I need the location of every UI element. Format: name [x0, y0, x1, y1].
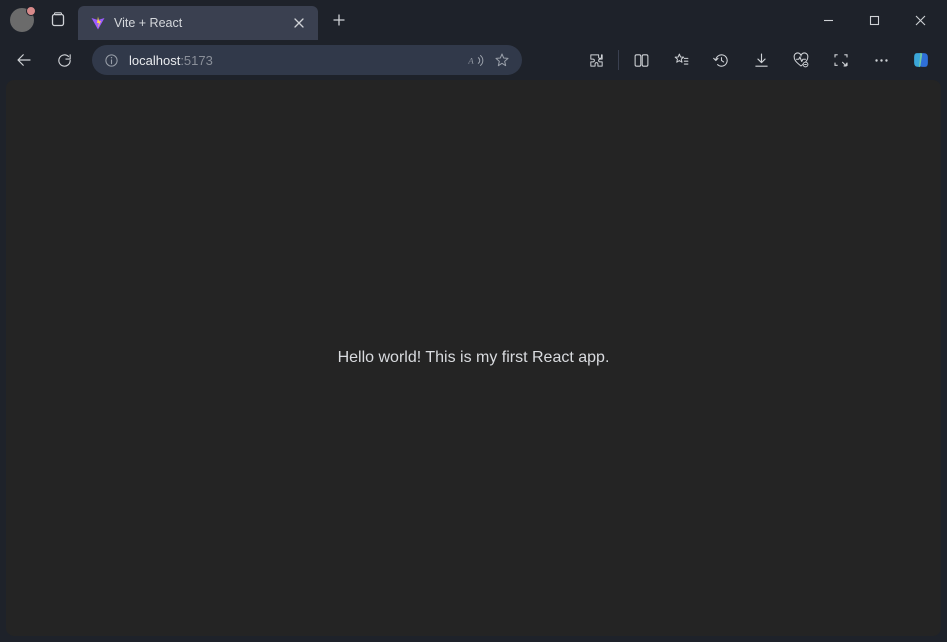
more-horizontal-icon — [873, 52, 890, 69]
site-info-button[interactable] — [104, 53, 119, 68]
download-icon — [753, 52, 770, 69]
split-screen-button[interactable] — [621, 44, 661, 76]
extensions-button[interactable] — [576, 44, 616, 76]
heartbeat-icon — [792, 51, 810, 69]
copilot-icon — [910, 49, 932, 71]
read-aloud-icon: A — [467, 53, 484, 68]
settings-more-button[interactable] — [861, 44, 901, 76]
tab-stack-icon — [50, 12, 66, 28]
toolbar: localhost:5173 A — [0, 40, 947, 80]
new-tab-button[interactable] — [324, 5, 354, 35]
history-button[interactable] — [701, 44, 741, 76]
back-button[interactable] — [6, 44, 42, 76]
favorite-button[interactable] — [494, 52, 510, 68]
performance-button[interactable] — [781, 44, 821, 76]
downloads-button[interactable] — [741, 44, 781, 76]
page-viewport: Hello world! This is my first React app. — [6, 80, 941, 636]
star-list-icon — [673, 52, 690, 69]
refresh-icon — [56, 52, 73, 69]
close-window-button[interactable] — [897, 0, 943, 40]
close-icon — [915, 15, 926, 26]
url-port: :5173 — [180, 53, 213, 68]
tab-close-button[interactable] — [290, 14, 308, 32]
browser-tab[interactable]: Vite + React — [78, 6, 318, 40]
svg-text:A: A — [467, 55, 474, 65]
maximize-button[interactable] — [851, 0, 897, 40]
info-icon — [104, 53, 119, 68]
copilot-button[interactable] — [901, 44, 941, 76]
favorites-button[interactable] — [661, 44, 701, 76]
window-controls — [805, 0, 943, 40]
star-icon — [494, 52, 510, 68]
tab-title: Vite + React — [114, 16, 282, 30]
minimize-icon — [823, 15, 834, 26]
screenshot-button[interactable] — [821, 44, 861, 76]
split-screen-icon — [633, 52, 650, 69]
toolbar-actions — [576, 44, 941, 76]
page-text: Hello world! This is my first React app. — [338, 349, 610, 367]
history-icon — [713, 52, 730, 69]
read-aloud-button[interactable]: A — [467, 53, 484, 68]
titlebar: Vite + React — [0, 0, 947, 40]
toolbar-divider — [618, 50, 619, 70]
vite-favicon-icon — [90, 15, 106, 31]
maximize-icon — [869, 15, 880, 26]
minimize-button[interactable] — [805, 0, 851, 40]
tab-actions-button[interactable] — [42, 4, 74, 36]
puzzle-icon — [588, 52, 605, 69]
address-url: localhost:5173 — [129, 53, 213, 68]
arrow-left-icon — [15, 51, 33, 69]
url-host: localhost — [129, 53, 180, 68]
profile-avatar[interactable] — [10, 8, 34, 32]
plus-icon — [333, 14, 345, 26]
screenshot-icon — [832, 51, 850, 69]
close-icon — [294, 18, 304, 28]
refresh-button[interactable] — [46, 44, 82, 76]
address-bar[interactable]: localhost:5173 A — [92, 45, 522, 75]
